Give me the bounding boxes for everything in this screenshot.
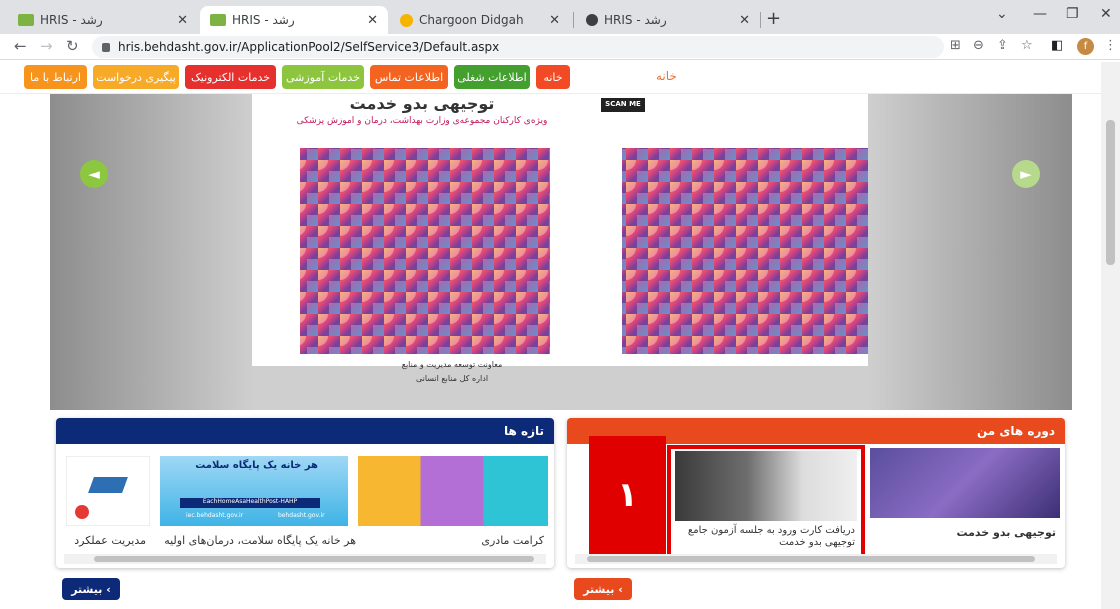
- lock-icon: [102, 42, 110, 52]
- news-caption: کرامت مادری: [481, 534, 544, 547]
- news-header: تازه ها: [56, 418, 554, 444]
- news-caption: هر خانه یک پایگاه سلامت، درمان‌های اولیه: [164, 534, 356, 547]
- menu-contact-us-button[interactable]: ارتباط با ما: [24, 65, 87, 89]
- news-more-button[interactable]: بیشتر ‹: [62, 578, 120, 600]
- book-footer-line-1: معاونت توسعه مدیریت و منابع: [401, 360, 503, 369]
- close-tab-icon[interactable]: ✕: [367, 13, 378, 28]
- graduation-cap-icon: [88, 477, 128, 493]
- address-bar[interactable]: hris.behdasht.gov.ir/ApplicationPool2/Se…: [92, 36, 944, 58]
- banner-slider: توجیهی بدو خدمت ویژه‌ی کارکنان مجموعه‌ی …: [50, 94, 1072, 410]
- menu-contact-info-button[interactable]: اطلاعات تماس: [370, 65, 448, 89]
- exam-card-thumbnail-image: [675, 451, 857, 521]
- poster-url-2: behdasht.gov.ir: [278, 512, 325, 519]
- poster-url-1: iec.behdasht.gov.ir: [186, 512, 244, 519]
- course-card[interactable]: توجیهی بدو خدمت: [870, 448, 1060, 546]
- my-courses-title: دوره های من: [976, 424, 1055, 438]
- browser-tab[interactable]: رشد - HRIS ✕: [8, 6, 198, 34]
- tab-separator: [573, 12, 574, 28]
- news-card[interactable]: کرامت مادری: [358, 456, 548, 554]
- chargoon-favicon-icon: [400, 13, 413, 27]
- menu-e-services-button[interactable]: خدمات الکترونیک: [185, 65, 276, 89]
- reload-icon[interactable]: ↻: [66, 37, 79, 55]
- page-scrollbar[interactable]: [1101, 62, 1120, 609]
- close-window-icon[interactable]: ✕: [1100, 6, 1112, 22]
- back-icon[interactable]: ←: [14, 37, 27, 55]
- news-card[interactable]: هر خانه یک پایگاه سلامت EachHomeAsaHealt…: [160, 456, 356, 554]
- forward-icon[interactable]: →: [40, 37, 53, 55]
- course-caption: توجیهی بدو خدمت: [956, 526, 1056, 539]
- zoom-icon[interactable]: ⊖: [973, 38, 984, 53]
- more-label: بیشتر: [71, 582, 103, 596]
- chevron-left-icon: ‹: [618, 582, 623, 596]
- breadcrumb: خانه: [656, 69, 677, 83]
- address-toolbar: ← → ↻ hris.behdasht.gov.ir/ApplicationPo…: [0, 34, 1120, 60]
- bookmark-star-icon[interactable]: ☆: [1021, 38, 1033, 53]
- book-title: توجیهی بدو خدمت: [349, 94, 495, 113]
- chevron-left-icon: ‹: [106, 582, 111, 596]
- poster-tag: EachHomeAsaHealthPost-HAHP: [180, 498, 320, 508]
- site-menu-bar: خانه اطلاعات شغلی اطلاعات تماس خدمات آمو…: [0, 60, 1120, 94]
- globe-favicon-icon: [586, 14, 598, 26]
- tutorial-step-number: ۱: [617, 475, 638, 515]
- close-tab-icon[interactable]: ✕: [177, 13, 188, 28]
- minimize-icon[interactable]: —: [1033, 6, 1047, 22]
- slider-next-arrow-icon[interactable]: ►: [1012, 160, 1040, 188]
- my-courses-hscroll-thumb[interactable]: [587, 556, 1035, 562]
- news-caption: مدیریت عملکرد: [74, 534, 146, 547]
- tutorial-step-badge: ۱: [589, 436, 666, 554]
- my-courses-hscrollbar[interactable]: [575, 554, 1057, 564]
- course-caption: دریافت کارت ورود به جلسه آزمون جامع توجی…: [687, 525, 855, 548]
- close-tab-icon[interactable]: ✕: [549, 13, 560, 28]
- news-panel: تازه ها کرامت مادری هر خانه یک پایگاه سل…: [56, 418, 554, 568]
- more-label: بیشتر: [583, 582, 615, 596]
- restore-icon[interactable]: ❐: [1066, 6, 1079, 22]
- menu-track-request-button[interactable]: پیگیری درخواست: [93, 65, 179, 89]
- maze-thumbnail-image: [358, 456, 548, 526]
- poster-title: هر خانه یک پایگاه سلامت: [195, 460, 318, 471]
- browser-tab[interactable]: Chargoon Didgah ✕: [390, 6, 570, 34]
- hris-favicon-icon: [210, 14, 226, 26]
- course-thumbnail-image: [870, 448, 1060, 518]
- tab-separator: [760, 12, 761, 28]
- share-icon[interactable]: ⇪: [997, 38, 1008, 53]
- url-text: hris.behdasht.gov.ir/ApplicationPool2/Se…: [118, 40, 500, 54]
- book-footer-line-2: اداره کل منابع انسانی: [415, 374, 489, 383]
- scan-me-label: SCAN ME: [605, 100, 641, 108]
- more-menu-icon[interactable]: ⋮: [1104, 38, 1117, 53]
- slider-prev-arrow-icon[interactable]: ◄: [80, 160, 108, 188]
- book-cover-graphic: [300, 94, 868, 366]
- page-scrollbar-thumb[interactable]: [1106, 120, 1115, 265]
- news-title: تازه ها: [503, 424, 544, 438]
- performance-thumbnail-image: [66, 456, 150, 526]
- close-tab-icon[interactable]: ✕: [739, 13, 750, 28]
- book-subtitle: ویژه‌ی کارکنان مجموعه‌ی وزارت بهداشت، در…: [296, 116, 548, 126]
- menu-training-button[interactable]: خدمات آموزشی: [282, 65, 364, 89]
- new-tab-icon[interactable]: +: [766, 8, 781, 29]
- my-courses-panel: دوره های من توجیهی بدو خدمت دریافت کارت …: [567, 418, 1065, 568]
- menu-job-info-button[interactable]: اطلاعات شغلی: [454, 65, 530, 89]
- health-post-thumbnail-image: هر خانه یک پایگاه سلامت EachHomeAsaHealt…: [160, 456, 348, 526]
- translate-icon[interactable]: ⊞: [950, 38, 961, 53]
- menu-home-button[interactable]: خانه: [536, 65, 570, 89]
- hris-favicon-icon: [18, 14, 34, 26]
- browser-tab-active[interactable]: رشد - HRIS ✕: [200, 6, 388, 34]
- banner-book-cover-image: توجیهی بدو خدمت ویژه‌ی کارکنان مجموعه‌ی …: [252, 94, 868, 369]
- tab-search-icon[interactable]: ⌄: [996, 6, 1008, 22]
- apple-icon: [75, 505, 89, 519]
- course-card-highlighted[interactable]: دریافت کارت ورود به جلسه آزمون جامع توجی…: [667, 445, 865, 558]
- news-hscroll-thumb[interactable]: [94, 556, 534, 562]
- side-panel-icon[interactable]: ◧: [1051, 38, 1063, 53]
- my-courses-more-button[interactable]: بیشتر ‹: [574, 578, 632, 600]
- browser-tab-bar: رشد - HRIS ✕ رشد - HRIS ✕ Chargoon Didga…: [0, 0, 1120, 34]
- profile-avatar[interactable]: f: [1077, 38, 1094, 55]
- browser-tab[interactable]: رشد - HRIS ✕: [576, 6, 760, 34]
- news-hscrollbar[interactable]: [64, 554, 546, 564]
- news-card[interactable]: مدیریت عملکرد: [66, 456, 150, 554]
